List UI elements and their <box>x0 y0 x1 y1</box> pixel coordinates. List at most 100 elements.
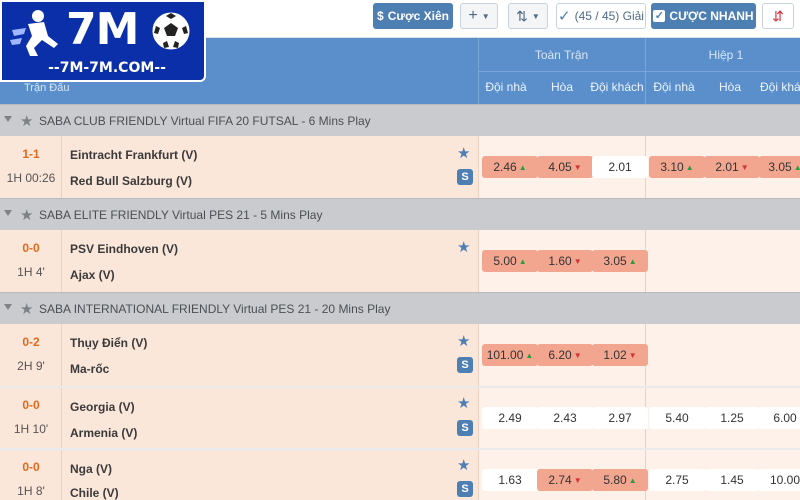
league-header[interactable]: ★ SABA INTERNATIONAL FRIENDLY Virtual PE… <box>0 292 800 324</box>
odds-value: 101.00 <box>486 348 524 362</box>
odds-draw-1h[interactable]: 1.25 <box>704 407 760 429</box>
odds-draw-ft[interactable]: 1.60 ▼ <box>537 250 593 272</box>
col-draw-1h: Hòa <box>718 80 741 94</box>
odds-value: 2.49 <box>498 411 522 425</box>
up-down-arrows-icon: ⇵ <box>772 7 784 24</box>
odds-away-ft[interactable]: 2.01 <box>592 156 648 178</box>
odds-home-ft[interactable]: 2.46 ▲ <box>482 156 538 178</box>
odds-home-1h[interactable]: 2.75 <box>649 469 705 491</box>
site-logo[interactable]: 7M --7M-7M.COM-- <box>0 0 206 82</box>
check-icon: ✓ <box>558 8 571 25</box>
odds-away-1h[interactable]: 3.05 ▲ <box>759 156 800 178</box>
odds-value: 3.05 <box>768 160 792 174</box>
odds-draw-1h[interactable]: 1.45 <box>704 469 760 491</box>
odds-draw-ft[interactable]: 4.05 ▼ <box>537 156 593 178</box>
match-row: 0-0 1H 8' Nga (V) Chile (V) ★ S 1.63 2.7… <box>0 450 800 500</box>
odds-away-1h[interactable]: 6.00 <box>759 407 800 429</box>
favorite-star-icon[interactable]: ★ <box>457 332 470 350</box>
away-team[interactable]: Ajax (V) <box>70 268 115 282</box>
odds-home-ft[interactable]: 5.00 ▲ <box>482 250 538 272</box>
away-team[interactable]: Armenia (V) <box>70 426 137 440</box>
full-time-header: Toàn Trận <box>534 48 589 62</box>
odds-home-ft[interactable]: 101.00 ▲ <box>482 344 538 366</box>
odds-draw-ft[interactable]: 6.20 ▼ <box>537 344 593 366</box>
star-icon[interactable]: ★ <box>20 206 33 224</box>
odds-draw-ft[interactable]: 2.74 ▼ <box>537 469 593 491</box>
col-away-1h: Đội khách <box>760 80 800 94</box>
quick-bet-toggle[interactable]: ✓ CƯỢC NHANH <box>651 3 756 29</box>
odds-draw-1h[interactable]: 2.01 ▼ <box>704 156 760 178</box>
odds-value: 5.80 <box>603 473 627 487</box>
match-score: 0-0 <box>22 398 40 412</box>
league-header[interactable]: ★ SABA ELITE FRIENDLY Virtual PES 21 - 5… <box>0 198 800 230</box>
stats-s-icon[interactable]: S <box>457 357 473 373</box>
match-time: 1H 00:26 <box>6 171 56 185</box>
home-team[interactable]: PSV Eindhoven (V) <box>70 242 178 256</box>
add-button[interactable]: + ▼ <box>460 3 498 29</box>
parlay-button[interactable]: $ Cược Xiên <box>373 3 453 29</box>
favorite-star-icon[interactable]: ★ <box>457 456 470 474</box>
away-team[interactable]: Chile (V) <box>70 486 119 500</box>
star-icon[interactable]: ★ <box>20 300 33 318</box>
odds-away-ft[interactable]: 3.05 ▲ <box>592 250 648 272</box>
odds-down-arrow-icon: ▼ <box>573 256 582 266</box>
odds-up-arrow-icon: ▲ <box>685 162 694 172</box>
odds-value: 1.45 <box>720 473 744 487</box>
league-count: (45 / 45) Giải <box>574 9 644 23</box>
odds-home-1h[interactable]: 3.10 ▲ <box>649 156 705 178</box>
collapse-triangle-icon[interactable] <box>4 116 12 122</box>
odds-down-arrow-icon: ▼ <box>573 475 582 485</box>
collapse-triangle-icon[interactable] <box>4 304 12 310</box>
home-team[interactable]: Thụy Điển (V) <box>70 336 147 350</box>
odds-home-1h[interactable]: 5.40 <box>649 407 705 429</box>
favorite-star-icon[interactable]: ★ <box>457 144 470 162</box>
odds-value: 3.05 <box>603 254 627 268</box>
odds-value: 2.01 <box>608 160 632 174</box>
odds-away-ft[interactable]: 5.80 ▲ <box>592 469 648 491</box>
odds-value: 10.00 <box>769 473 800 487</box>
league-header[interactable]: ★ SABA CLUB FRIENDLY Virtual FIFA 20 FUT… <box>0 104 800 136</box>
favorite-star-icon[interactable]: ★ <box>457 238 470 256</box>
chevron-down-icon: ▼ <box>531 11 540 21</box>
home-team[interactable]: Eintracht Frankfurt (V) <box>70 148 197 162</box>
odds-home-ft[interactable]: 1.63 <box>482 469 538 491</box>
away-team[interactable]: Ma-rốc <box>70 362 109 376</box>
home-team[interactable]: Georgia (V) <box>70 400 135 414</box>
stats-s-icon[interactable]: S <box>457 481 473 497</box>
home-team[interactable]: Nga (V) <box>70 462 112 476</box>
league-filter-button[interactable]: ✓ (45 / 45) Giải <box>556 3 646 29</box>
sort-button[interactable]: ⇅ ▼ <box>508 3 548 29</box>
parlay-label: Cược Xiên <box>387 9 449 23</box>
parlay-icon: $ <box>377 9 384 23</box>
away-team[interactable]: Red Bull Salzburg (V) <box>70 174 192 188</box>
odds-value: 2.01 <box>715 160 739 174</box>
odds-up-arrow-icon: ▲ <box>518 256 527 266</box>
match-row: 0-0 1H 10' Georgia (V) Armenia (V) ★ S 2… <box>0 388 800 448</box>
stats-s-icon[interactable]: S <box>457 169 473 185</box>
quick-bet-label: CƯỢC NHANH <box>669 9 754 23</box>
odds-value: 1.60 <box>548 254 572 268</box>
odds-away-ft[interactable]: 2.97 <box>592 407 648 429</box>
odds-home-ft[interactable]: 2.49 <box>482 407 538 429</box>
odds-sort-button[interactable]: ⇵ <box>762 3 794 29</box>
favorite-star-icon[interactable]: ★ <box>457 394 470 412</box>
odds-draw-ft[interactable]: 2.43 <box>537 407 593 429</box>
collapse-triangle-icon[interactable] <box>4 210 12 216</box>
match-score: 0-0 <box>22 460 40 474</box>
star-icon[interactable]: ★ <box>20 112 33 130</box>
match-score: 0-2 <box>22 335 40 349</box>
odds-away-ft[interactable]: 1.02 ▼ <box>592 344 648 366</box>
first-half-header: Hiệp 1 <box>708 48 744 62</box>
odds-value: 2.74 <box>548 473 572 487</box>
match-row: 0-0 1H 4' PSV Eindhoven (V) Ajax (V) ★ 5… <box>0 230 800 292</box>
odds-value: 2.97 <box>608 411 632 425</box>
odds-value: 2.43 <box>553 411 577 425</box>
column-divider <box>478 388 479 448</box>
column-divider <box>478 136 479 198</box>
sort-icon: ⇅ <box>516 7 528 24</box>
stats-s-icon[interactable]: S <box>457 420 473 436</box>
odds-value: 6.00 <box>773 411 797 425</box>
odds-down-arrow-icon: ▼ <box>573 162 582 172</box>
odds-away-1h[interactable]: 10.00 <box>759 469 800 491</box>
match-time: 2H 9' <box>17 359 45 373</box>
